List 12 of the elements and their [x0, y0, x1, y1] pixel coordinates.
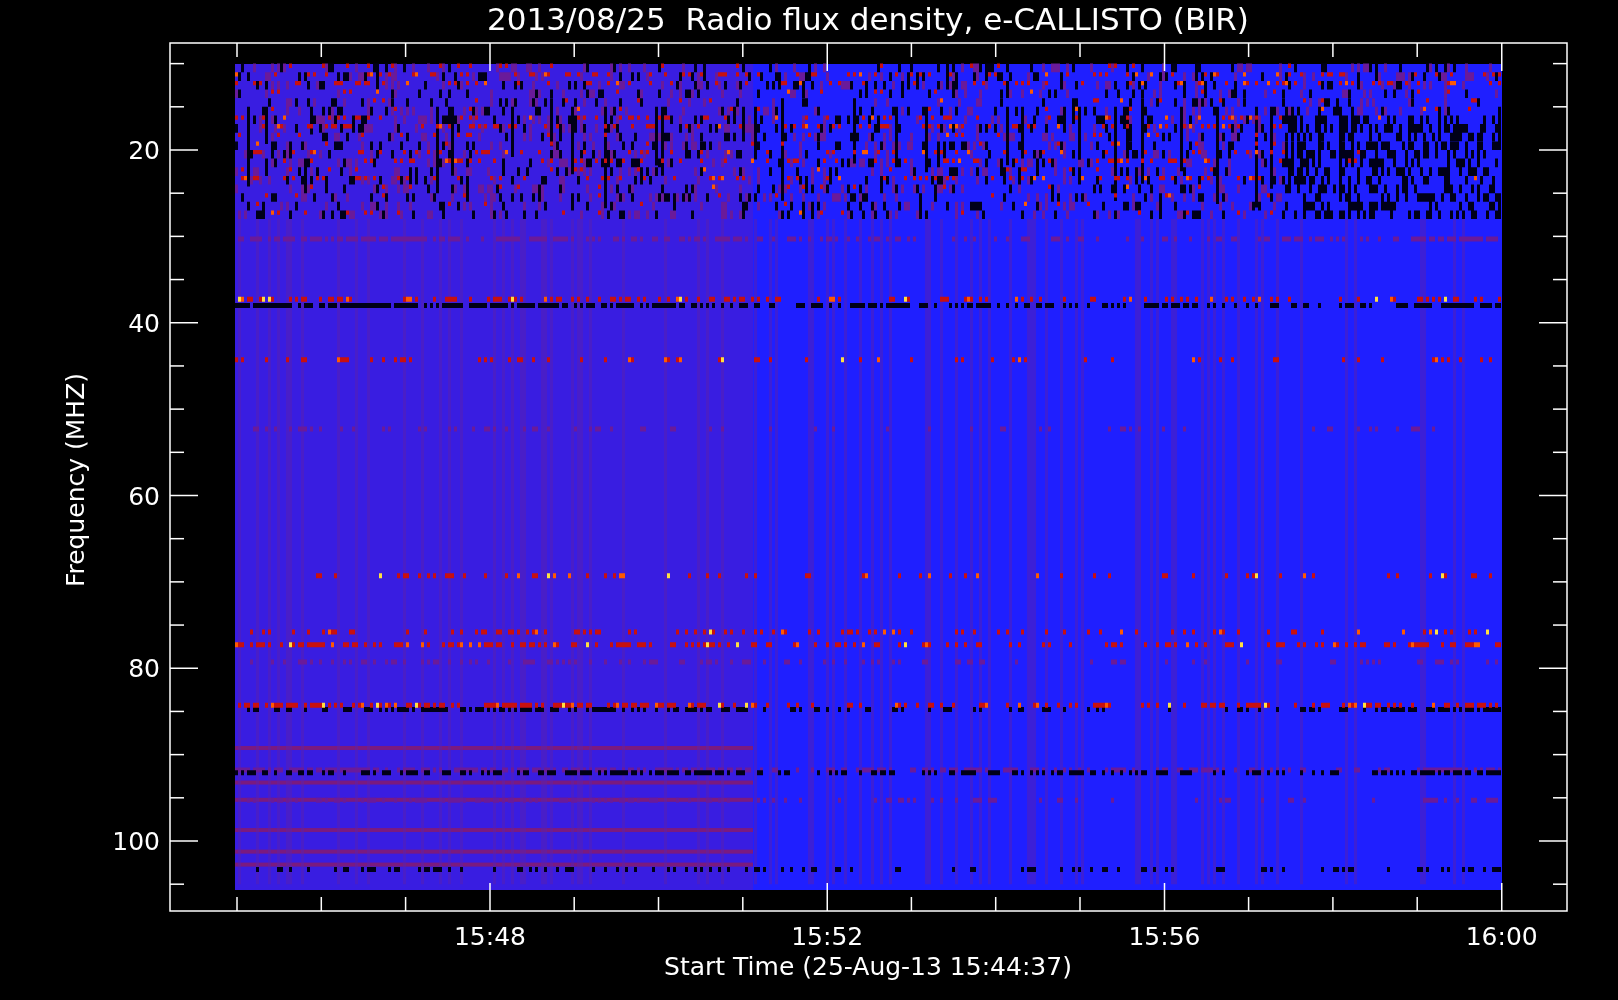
y-tick-label: 100 — [112, 827, 160, 856]
x-axis-label: Start Time (25-Aug-13 15:44:37) — [664, 952, 1072, 981]
chart-title: 2013/08/25 Radio flux density, e-CALLISTO (BIR) — [487, 1, 1249, 37]
y-tick-label: 60 — [128, 481, 160, 511]
x-tick-label: 15:48 — [454, 922, 526, 951]
y-tick-label: 20 — [128, 136, 160, 165]
y-axis-label: Frequency (MHZ) — [61, 372, 90, 588]
y-tick-label: 40 — [128, 308, 160, 338]
y-tick-label: 80 — [128, 654, 160, 684]
x-tick-label: 15:52 — [791, 922, 864, 951]
x-tick-label: 15:56 — [1128, 922, 1201, 951]
x-tick-label: 16:00 — [1465, 922, 1538, 951]
